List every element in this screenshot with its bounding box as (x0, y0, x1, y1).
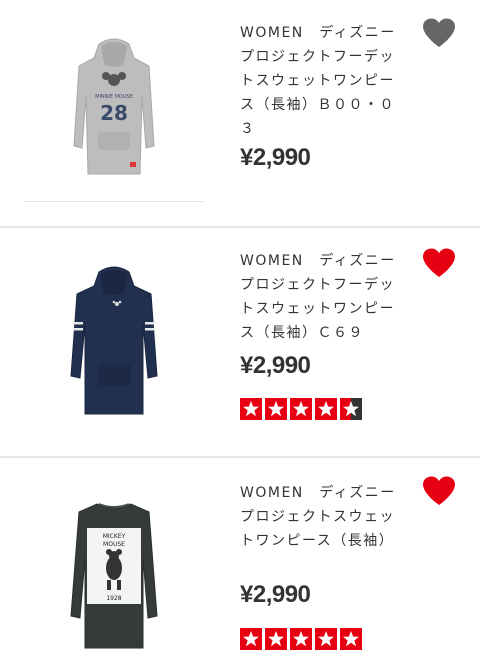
heart-icon[interactable] (422, 476, 458, 510)
half-star-icon (340, 398, 362, 420)
product-price: ¥2,990 (240, 352, 311, 379)
product-price: ¥2,990 (240, 144, 311, 171)
image-text-line: MOUSE (103, 541, 125, 548)
svg-text:MINNIE MOUSE: MINNIE MOUSE (95, 94, 133, 100)
product-price: ¥2,990 (240, 581, 311, 608)
star-icon (265, 398, 287, 420)
heart-icon[interactable] (422, 18, 458, 52)
rating-stars (240, 398, 362, 420)
star-icon (290, 398, 312, 420)
heart-icon[interactable] (422, 248, 458, 282)
image-text-line: MICKEY (103, 533, 126, 540)
star-icon (240, 398, 262, 420)
rating-stars (240, 628, 362, 650)
product-card[interactable]: MICKEY MOUSE 1928 WOMEN ディズニープロジェクトスウェット… (0, 458, 480, 664)
product-title[interactable]: WOMEN ディズニープロジェクトフーデットスウェットワンピース（長袖）Ｂ００・… (240, 21, 405, 141)
product-image[interactable]: MICKEY MOUSE 1928 (24, 478, 204, 664)
product-title[interactable]: WOMEN ディズニープロジェクトフーデットスウェットワンピース（長袖）Ｃ６９ (240, 249, 405, 345)
star-icon (315, 628, 337, 650)
star-icon (240, 628, 262, 650)
image-number-text: 28 (100, 101, 128, 125)
star-icon (290, 628, 312, 650)
product-title[interactable]: WOMEN ディズニープロジェクトスウェットワンピース（長袖） (240, 481, 405, 553)
product-image[interactable] (24, 246, 204, 436)
star-icon (340, 628, 362, 650)
product-card[interactable]: WOMEN ディズニープロジェクトフーデットスウェットワンピース（長袖）Ｃ６９ … (0, 228, 480, 456)
star-icon (265, 628, 287, 650)
product-card[interactable]: MINNIE MOUSE 28 WOMEN ディズニープロジェクトフーデットスウ… (0, 0, 480, 226)
star-icon (315, 398, 337, 420)
product-image[interactable]: MINNIE MOUSE 28 (24, 20, 204, 202)
image-text-line: 1928 (106, 595, 121, 602)
